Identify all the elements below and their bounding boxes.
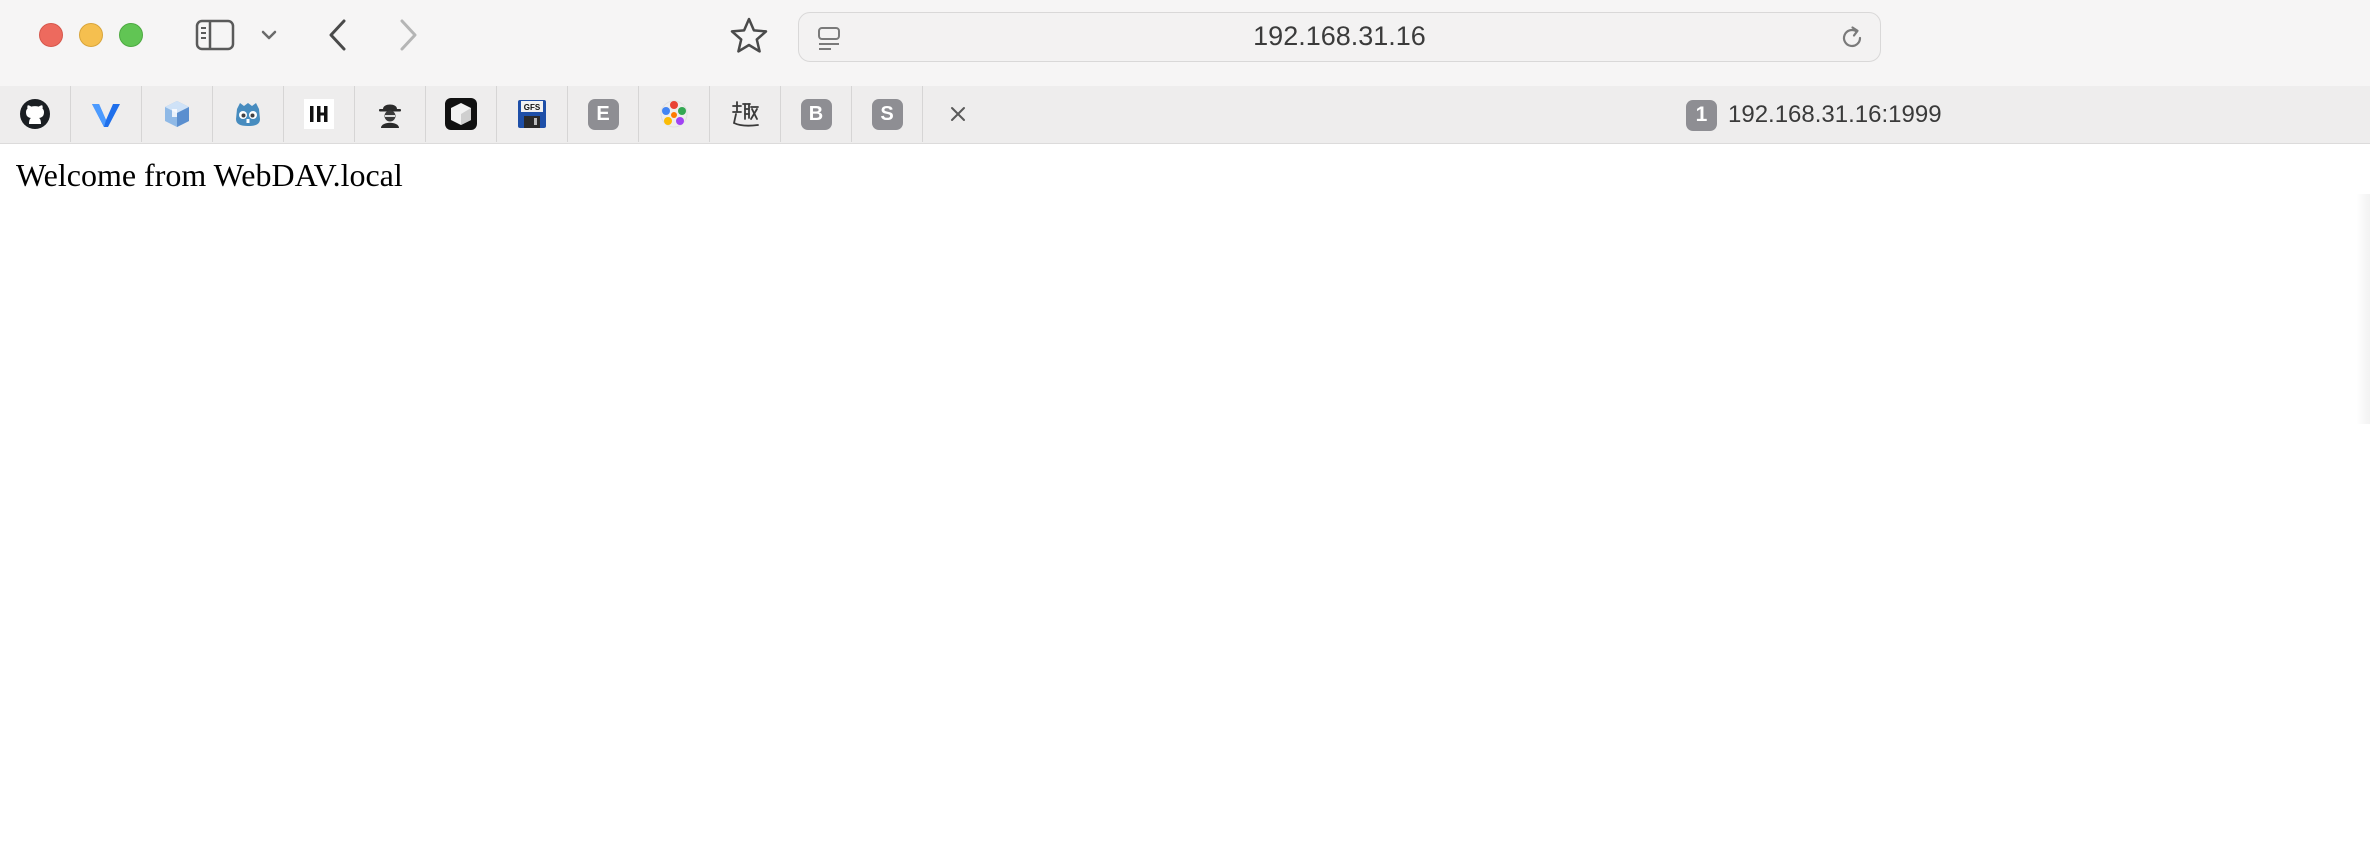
pinned-tab-godot[interactable] (213, 86, 284, 142)
zoom-window-button[interactable] (119, 23, 143, 47)
address-bar[interactable]: 192.168.31.16 (798, 12, 1881, 62)
pinned-tab-colorful[interactable] (639, 86, 710, 142)
bookmark-button[interactable] (726, 14, 772, 58)
page-content: Welcome from WebDAV.local (0, 144, 2370, 844)
letter-b-icon: B (800, 98, 832, 130)
close-icon (951, 107, 965, 121)
welcome-text: Welcome from WebDAV.local (16, 157, 403, 193)
ih-logo-icon (304, 99, 334, 129)
cube-icon (165, 101, 189, 127)
edge-shadow (2356, 194, 2370, 424)
tab-title: 192.168.31.16:1999 (1728, 101, 1942, 128)
pinned-tab-github[interactable] (0, 86, 71, 142)
pinned-tab-cube[interactable] (142, 86, 213, 142)
chevron-left-icon (329, 19, 346, 51)
pinned-tab-ih[interactable] (284, 86, 355, 142)
pinned-tabs: GFS E B S (0, 86, 923, 142)
tab-favicon-badge: 1 (1686, 99, 1717, 131)
pinned-tab-b[interactable]: B (781, 86, 852, 142)
pinned-tab-qu[interactable] (710, 86, 781, 142)
sidebar-icon (195, 19, 235, 51)
forward-button[interactable] (390, 16, 426, 54)
chevron-down-icon (261, 30, 277, 40)
active-tab[interactable]: 1 192.168.31.16:1999 (1686, 99, 1942, 131)
back-button[interactable] (320, 16, 356, 54)
svg-text:GFS: GFS (524, 103, 541, 112)
minimize-window-button[interactable] (79, 23, 103, 47)
sidebar-menu-button[interactable] (256, 22, 282, 48)
pinned-tab-v[interactable] (71, 86, 142, 142)
pinned-tab-e[interactable]: E (568, 86, 639, 142)
floppy-disk-icon: GFS (518, 100, 546, 128)
letter-s-icon: S (871, 98, 903, 130)
pinned-tab-s[interactable]: S (852, 86, 923, 142)
pinned-tab-white-cube[interactable] (426, 86, 497, 142)
chevron-right-icon (400, 19, 417, 51)
tab-bar: GFS E B S 1 192.168.31.16:1999 (0, 86, 2370, 144)
pinned-tab-spy[interactable] (355, 86, 426, 142)
qu-character-icon (732, 101, 759, 127)
colorful-logo-icon (660, 100, 688, 128)
sidebar-toggle-button[interactable] (193, 17, 237, 53)
v-logo-icon (92, 104, 120, 127)
github-icon (20, 99, 50, 129)
address-url: 192.168.31.16 (1253, 21, 1426, 51)
browser-toolbar: 192.168.31.16 (0, 0, 2370, 86)
reload-icon[interactable] (1838, 24, 1866, 52)
godot-icon (236, 103, 260, 126)
star-icon (730, 17, 768, 53)
letter-e-icon: E (587, 98, 619, 130)
tab-close-button[interactable] (944, 100, 972, 128)
white-cube-icon (445, 98, 477, 130)
spy-icon (379, 104, 401, 128)
pinned-tab-gfs[interactable]: GFS (497, 86, 568, 142)
close-window-button[interactable] (39, 23, 63, 47)
